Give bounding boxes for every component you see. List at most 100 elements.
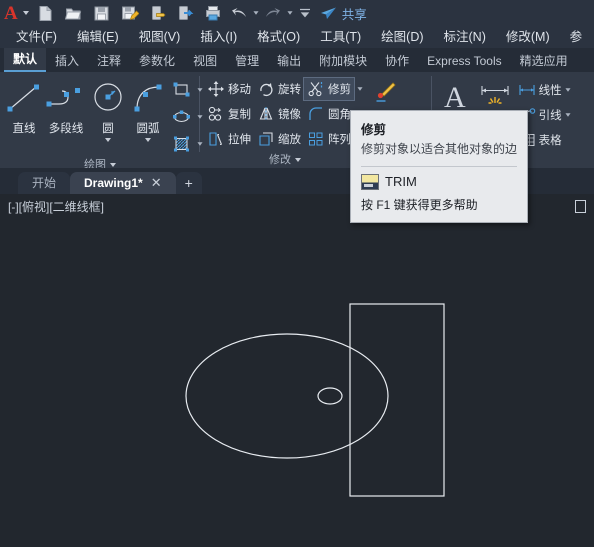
draw-circle-button[interactable]: 圆 [88, 75, 128, 142]
fillet-icon [307, 105, 325, 123]
tab-addins[interactable]: 附加模块 [310, 50, 376, 72]
file-tab-drawing1[interactable]: Drawing1* ✕ [70, 172, 176, 194]
tab-featured-apps[interactable]: 精选应用 [511, 50, 577, 72]
print-button[interactable] [200, 1, 228, 25]
arc-chevron-down-icon[interactable] [145, 138, 151, 142]
new-file-button[interactable] [32, 1, 60, 25]
customize-quick-access-button[interactable] [296, 1, 314, 25]
menu-parametric[interactable]: 参 [560, 26, 593, 48]
menu-draw[interactable]: 绘图(D) [371, 26, 433, 48]
modify-array-label: 阵列 [328, 134, 351, 146]
viewport-control-icon[interactable] [575, 199, 586, 213]
draw-line-button[interactable]: 直线 [4, 75, 44, 136]
modify-rotate-label: 旋转 [278, 84, 301, 96]
draw-line-label: 直线 [12, 123, 36, 135]
tab-express-tools[interactable]: Express Tools [418, 50, 510, 72]
modify-rotate-button[interactable]: 旋转 [254, 78, 304, 100]
move-icon [207, 80, 225, 98]
modify-scale-button[interactable]: 缩放 [254, 128, 304, 150]
close-icon[interactable]: ✕ [151, 172, 162, 194]
save-button[interactable] [88, 1, 116, 25]
redo-button[interactable] [262, 1, 284, 25]
share-label[interactable]: 共享 [342, 4, 367, 23]
modify-panel-chevron-down-icon[interactable] [295, 158, 301, 162]
draw-rectangle-button[interactable] [168, 78, 194, 102]
modify-copy-button[interactable]: 复制 [204, 103, 254, 125]
menu-edit[interactable]: 编辑(E) [67, 26, 129, 48]
plus-icon: + [184, 175, 193, 191]
small-ellipse[interactable] [317, 387, 343, 405]
modify-move-button[interactable]: 移动 [204, 78, 254, 100]
paintbrush-icon [376, 82, 396, 102]
arc-icon [128, 77, 168, 119]
linear-chevron-down-icon[interactable] [565, 88, 571, 92]
draw-panel-chevron-down-icon[interactable] [110, 163, 116, 167]
plot-device-button[interactable] [144, 1, 172, 25]
undo-button[interactable] [228, 1, 250, 25]
modify-mirror-label: 镜像 [278, 109, 301, 121]
app-menu-chevron-down-icon[interactable] [22, 11, 29, 15]
rectangle[interactable] [349, 303, 445, 497]
tab-manage[interactable]: 管理 [226, 50, 268, 72]
draw-ellipse-button[interactable] [168, 105, 194, 129]
open-from-web-button[interactable] [172, 1, 200, 25]
match-properties-button[interactable] [370, 78, 400, 106]
trim-chevron-down-icon[interactable] [357, 87, 363, 91]
trim-command-icon [361, 173, 379, 190]
menu-tools[interactable]: 工具(T) [310, 26, 371, 48]
viewport-label[interactable]: [-][俯视][二维线框] [8, 198, 104, 215]
tab-output[interactable]: 输出 [268, 50, 310, 72]
save-as-icon [121, 6, 139, 20]
large-ellipse[interactable] [185, 333, 389, 459]
modify-fillet-button[interactable]: 圆角 [304, 103, 354, 125]
trim-icon [307, 80, 325, 98]
draw-arc-label: 圆弧 [136, 123, 160, 135]
linear-dimension-label[interactable]: 线性 [539, 82, 562, 98]
quick-access-toolbar: A 共享 [0, 0, 594, 26]
tab-collaborate[interactable]: 协作 [376, 50, 418, 72]
redo-arrow-icon [265, 7, 280, 17]
upload-device-icon [179, 5, 194, 20]
mirror-icon [257, 105, 275, 123]
tab-default[interactable]: 默认 [4, 48, 47, 72]
menu-modify[interactable]: 修改(M) [496, 26, 560, 48]
modify-trim-button[interactable]: 修剪 [303, 77, 355, 101]
app-logo-icon[interactable]: A [2, 4, 20, 23]
modify-mirror-button[interactable]: 镜像 [254, 103, 304, 125]
share-button[interactable] [318, 1, 339, 25]
modify-array-button[interactable]: 阵列 [304, 128, 354, 150]
tab-parametric[interactable]: 参数化 [130, 50, 184, 72]
array-icon [307, 130, 325, 148]
new-tab-button[interactable]: + [175, 172, 202, 194]
save-as-button[interactable] [116, 1, 144, 25]
menu-file[interactable]: 文件(F) [6, 26, 67, 48]
modify-stretch-button[interactable]: 拉伸 [204, 128, 254, 150]
ribbon-panel-draw: 直线 多段线 圆 圆弧 绘图 [0, 72, 203, 171]
circle-chevron-down-icon[interactable] [105, 138, 111, 142]
table-label[interactable]: 表格 [539, 132, 562, 148]
tab-view[interactable]: 视图 [184, 50, 226, 72]
menu-dimension[interactable]: 标注(N) [434, 26, 496, 48]
menu-format[interactable]: 格式(O) [247, 26, 310, 48]
redo-chevron-down-icon[interactable] [287, 11, 293, 15]
open-file-button[interactable] [60, 1, 88, 25]
file-tab-start[interactable]: 开始 [18, 172, 71, 194]
menu-insert[interactable]: 插入(I) [190, 26, 247, 48]
new-file-icon [39, 5, 52, 21]
file-tab-drawing1-label: Drawing1* [84, 176, 143, 190]
printer-icon [206, 5, 221, 20]
drawing-canvas[interactable] [0, 218, 594, 547]
tab-insert[interactable]: 插入 [46, 50, 88, 72]
draw-polyline-button[interactable]: 多段线 [44, 75, 88, 136]
tab-annotate[interactable]: 注释 [88, 50, 130, 72]
tooltip-description: 修剪对象以适合其他对象的边 [361, 142, 518, 156]
modify-panel-title: 修改 [269, 154, 291, 166]
draw-hatch-button[interactable] [168, 132, 194, 156]
circle-icon [88, 77, 128, 119]
undo-chevron-down-icon[interactable] [253, 11, 259, 15]
leader-chevron-down-icon[interactable] [565, 113, 571, 117]
menu-view[interactable]: 视图(V) [129, 26, 191, 48]
polyline-icon [44, 77, 88, 119]
draw-arc-button[interactable]: 圆弧 [128, 75, 168, 142]
leader-label[interactable]: 引线 [539, 107, 562, 123]
